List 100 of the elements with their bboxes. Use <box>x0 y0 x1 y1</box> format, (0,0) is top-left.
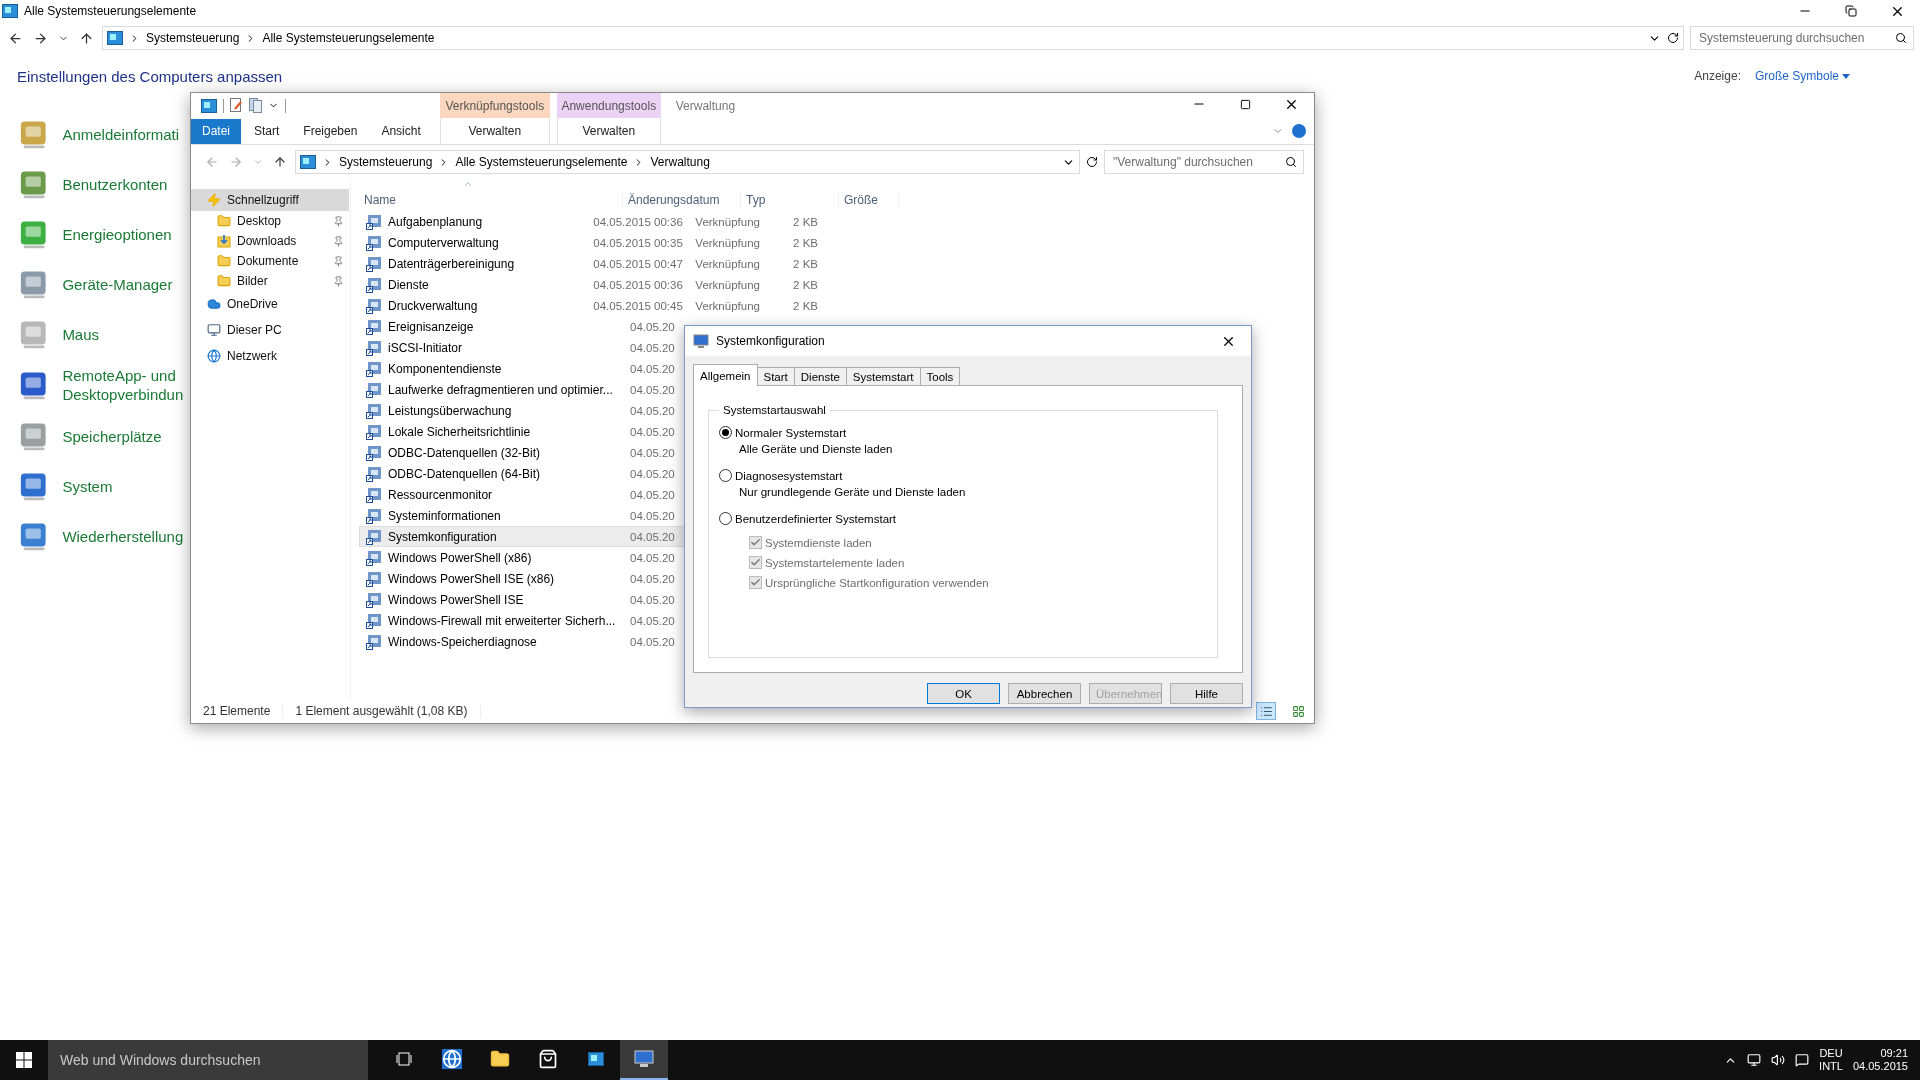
radio-option[interactable]: Diagnosesystemstart <box>719 469 1207 482</box>
file-row[interactable]: Computerverwaltung 04.05.2015 00:35 Verknüpfung 2 KB <box>359 232 819 253</box>
details-view-button[interactable] <box>1256 702 1276 720</box>
dialog-tab[interactable]: Tools <box>919 367 961 386</box>
radio-button[interactable] <box>719 426 732 439</box>
notification-icon[interactable] <box>1795 1053 1810 1067</box>
view-label: Anzeige: <box>1694 69 1741 83</box>
control-panel-icon <box>201 98 217 113</box>
date-cell-text: 04.05.20 <box>629 362 675 375</box>
file-name: Druckverwaltung <box>388 298 478 313</box>
search-field[interactable]: Systemsteuerung durchsuchen <box>1690 26 1914 50</box>
radio-option[interactable]: Benutzerdefinierter Systemstart <box>719 512 1207 525</box>
breadcrumb[interactable]: Alle Systemsteuerungselemente <box>262 31 435 45</box>
radio-button[interactable] <box>719 512 732 525</box>
file-name: Windows-Firewall mit erweiterter Sicherh... <box>388 613 616 628</box>
file-name: ODBC-Datenquellen (64-Bit) <box>388 466 541 481</box>
refresh-icon[interactable] <box>1667 32 1679 44</box>
dialog-button[interactable]: Hilfe <box>1170 683 1243 704</box>
monitor-icon <box>634 1050 654 1068</box>
dialog-tab[interactable]: Systemstart <box>845 367 921 386</box>
caret-icon <box>1842 73 1850 79</box>
breadcrumb[interactable]: Verwaltung <box>650 155 710 169</box>
refresh-icon[interactable] <box>1086 156 1098 168</box>
option-description: Alle Geräte und Dienste laden <box>739 443 894 455</box>
ribbon-tab[interactable]: Verwalten <box>556 118 661 144</box>
file-row[interactable]: Windows-Speicherdiagnose 04.05.20 <box>359 631 819 652</box>
dialog-button[interactable]: Abbrechen <box>1008 683 1081 704</box>
breadcrumb[interactable]: Alle Systemsteuerungselemente <box>455 155 628 169</box>
breadcrumb[interactable]: Systemsteuerung <box>339 155 433 169</box>
nav-item[interactable]: Schnellzugriff <box>191 189 349 211</box>
nav-item[interactable]: Bilder <box>191 271 350 291</box>
control-panel-link[interactable]: Benutzerkonten <box>18 166 190 202</box>
ribbon-tab[interactable]: Start <box>243 118 291 144</box>
control-panel-link[interactable]: Geräte-Manager <box>18 266 190 302</box>
task-view-icon <box>396 1052 412 1066</box>
shortcut-icon <box>366 465 382 482</box>
taskbar-search-field[interactable]: Web und Windows durchsuchen <box>48 1040 368 1080</box>
language-indicator[interactable]: DEU <box>1819 1047 1843 1060</box>
control-panel-link[interactable]: Wiederherstellung <box>18 518 190 554</box>
radio-option[interactable]: Normaler Systemstart <box>719 426 1207 439</box>
file-name: Ressourcenmonitor <box>388 487 493 502</box>
clock-time[interactable]: 09:21 <box>1880 1047 1908 1060</box>
ribbon-tab[interactable]: Freigeben <box>292 118 369 144</box>
nav-item[interactable]: OneDrive <box>191 291 350 317</box>
shortcut-icon <box>366 486 382 503</box>
dialog-tab[interactable]: Allgemein <box>693 364 758 386</box>
control-panel-link[interactable]: Anmeldeinformati <box>18 116 190 152</box>
nav-item[interactable]: Downloads <box>191 231 350 251</box>
shortcut-icon <box>366 255 382 272</box>
dialog-title: Systemkonfiguration <box>716 334 825 348</box>
status-text: 21 Elemente <box>203 704 284 718</box>
help-icon[interactable] <box>1292 124 1306 139</box>
control-panel-link[interactable]: Speicherplätze <box>18 418 190 454</box>
breadcrumb[interactable]: Systemsteuerung <box>146 31 240 45</box>
folder-icon <box>217 214 231 228</box>
control-panel-link[interactable]: Maus <box>18 316 190 352</box>
file-row[interactable]: Aufgabenplanung 04.05.2015 00:36 Verknüpfung 2 KB <box>359 211 819 232</box>
nav-item[interactable]: Dieser PC <box>191 317 350 343</box>
type-cell-text: Verknüpfung <box>694 257 761 270</box>
file-row[interactable]: Windows-Firewall mit erweiterter Sicherh... 04.05.20 <box>359 610 819 631</box>
type-cell-text: Verknüpfung <box>694 215 761 228</box>
clock-date[interactable]: 04.05.2015 <box>1852 1060 1908 1073</box>
radio-button[interactable] <box>719 469 732 482</box>
ribbon-tab[interactable]: Datei <box>191 118 241 144</box>
control-panel-link[interactable]: Energieoptionen <box>18 216 190 252</box>
file-row[interactable]: Datenträgerbereinigung 04.05.2015 00:47 Verknüpfung 2 KB <box>359 253 819 274</box>
date-cell-text: 04.05.20 <box>629 509 675 522</box>
shortcut-icon <box>366 318 382 335</box>
nav-item[interactable]: Desktop <box>191 211 350 231</box>
column-header[interactable]: Name <box>359 193 623 207</box>
ribbon-tab[interactable]: Ansicht <box>370 118 432 144</box>
column-header[interactable]: Typ <box>741 193 839 207</box>
control-panel-link[interactable]: System <box>18 468 190 504</box>
shortcut-icon <box>366 612 382 629</box>
speaker-icon[interactable] <box>1771 1053 1786 1067</box>
address-bar[interactable]: Systemsteuerung Alle Systemsteuerungselemente <box>102 26 1684 50</box>
control-panel-link[interactable]: RemoteApp- und Desktopverbindun <box>18 366 190 404</box>
window-title: Verwaltung <box>674 98 736 115</box>
file-name: Leistungsüberwachung <box>388 403 512 418</box>
dialog-button[interactable]: OK <box>927 683 1000 704</box>
column-header[interactable]: Größe <box>839 193 899 207</box>
date-cell-text: 04.05.20 <box>629 341 675 354</box>
details-list-icon <box>1259 704 1273 718</box>
file-row[interactable]: Druckverwaltung 04.05.2015 00:45 Verknüpfung 2 KB <box>359 295 819 316</box>
right-arrow-icon <box>33 30 48 46</box>
page-icon <box>230 98 243 114</box>
nav-item[interactable]: Netzwerk <box>191 343 350 369</box>
file-name: Windows PowerShell ISE (x86) <box>388 571 555 586</box>
monitor-icon[interactable] <box>1747 1053 1762 1067</box>
ribbon-tab[interactable]: Verwalten <box>439 118 550 144</box>
file-row[interactable]: Dienste 04.05.2015 00:36 Verknüpfung 2 KB <box>359 274 819 295</box>
column-header[interactable]: Änderungsdatum <box>623 193 741 207</box>
file-row[interactable]: Windows PowerShell ISE 04.05.20 <box>359 589 819 610</box>
date-cell-text: 04.05.20 <box>629 614 675 627</box>
address-bar[interactable]: Systemsteuerung Alle Systemsteuerungselemente Verwaltung <box>295 150 1080 174</box>
search-field[interactable]: "Verwaltung" durchsuchen <box>1104 150 1304 174</box>
control-panel-icon <box>588 1052 604 1066</box>
view-dropdown[interactable]: Große Symbole <box>1754 69 1850 83</box>
language-indicator[interactable]: INTL <box>1819 1060 1843 1073</box>
nav-item[interactable]: Dokumente <box>191 251 350 271</box>
